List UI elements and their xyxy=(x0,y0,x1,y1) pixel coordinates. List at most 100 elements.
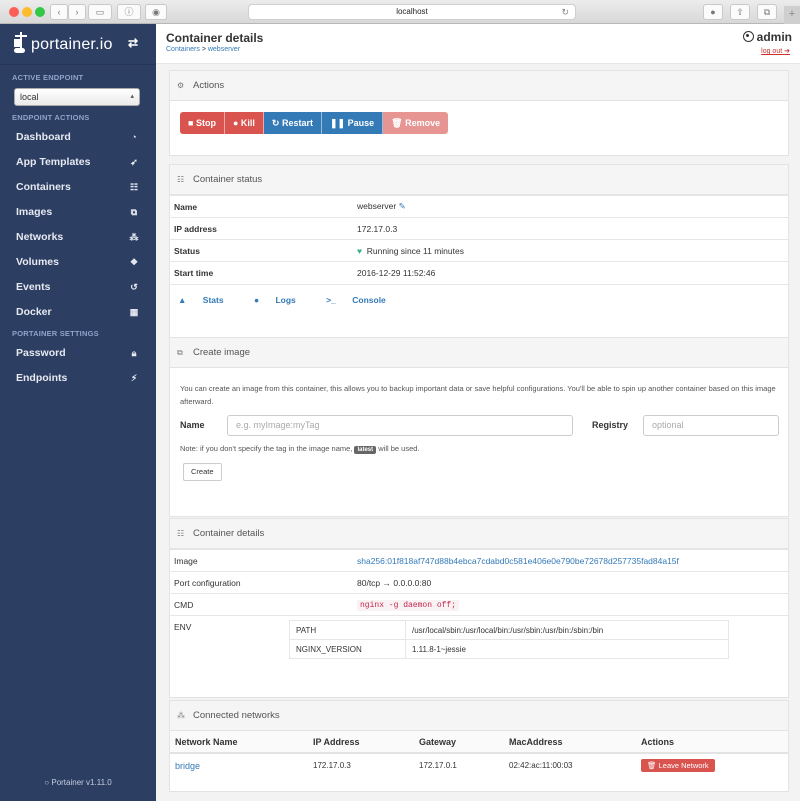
clone-icon: ⧉ xyxy=(130,207,138,217)
leave-network-button[interactable]: 🗑︎ Leave Network xyxy=(641,759,715,772)
tabs-icon: ⧉ xyxy=(763,7,771,17)
dashboard-icon: ◔ xyxy=(131,132,137,142)
sidebar-item-password[interactable]: Password 🔒︎ xyxy=(0,341,156,366)
create-image-form: Name e.g. myImage:myTag Registry optiona… xyxy=(170,408,788,442)
bomb-icon: ● xyxy=(232,118,239,128)
sidebar-item-volumes[interactable]: Volumes ❖ xyxy=(0,250,156,275)
image-name-input[interactable]: e.g. myImage:myTag xyxy=(227,415,573,436)
download-button[interactable]: ● xyxy=(703,4,723,20)
column-header[interactable]: Gateway xyxy=(414,731,504,754)
actions-panel: ⚙ Actions ■ Stop ● Kill ↻ Restart ❚❚ Paus… xyxy=(169,70,789,156)
sidebar-item-app-templates[interactable]: App Templates ➶ xyxy=(0,150,156,175)
reload-icon[interactable]: ↻ xyxy=(561,5,569,19)
extension-button[interactable]: ◉ xyxy=(145,4,167,20)
endpoint-actions-title: ENDPOINT ACTIONS xyxy=(12,113,90,122)
reader-button[interactable]: ⓘ xyxy=(117,4,141,20)
close-window-button[interactable] xyxy=(9,7,19,17)
heartbeat-icon: ♥ xyxy=(357,245,363,256)
trash-icon: 🗑︎ xyxy=(647,761,657,770)
user-menu: admin xyxy=(742,30,792,44)
env-value: PATH /usr/local/sbin:/usr/local/bin:/usr… xyxy=(289,615,788,663)
area-chart-icon: ▲ xyxy=(178,294,187,305)
console-link[interactable]: >_ Console xyxy=(326,295,400,305)
edit-icon[interactable]: ✎ xyxy=(399,201,406,211)
share-icon: ⇧ xyxy=(736,7,744,17)
maximize-window-button[interactable] xyxy=(35,7,45,17)
breadcrumb: Containers > webserver xyxy=(166,46,240,53)
column-header[interactable]: IP Address xyxy=(308,731,414,754)
network-name-link[interactable]: bridge xyxy=(170,753,308,777)
details-table: Image sha256:01f818af747d88b4ebca7cdabd0… xyxy=(170,549,788,663)
stop-button[interactable]: ■ Stop xyxy=(180,112,225,134)
connected-networks-header: ⁂ Connected networks xyxy=(170,701,788,731)
portainer-settings-title: PORTAINER SETTINGS xyxy=(12,329,99,338)
endpoint-select[interactable]: local ▴ xyxy=(14,88,140,106)
user-circle-icon xyxy=(742,31,754,42)
list-icon: ☷ xyxy=(129,182,139,192)
back-button[interactable]: ‹ xyxy=(50,4,68,20)
stats-link[interactable]: ▲ Stats xyxy=(178,295,238,305)
back-icon: ‹ xyxy=(57,7,61,17)
sidebar-item-label: Containers xyxy=(16,181,71,193)
column-header: Actions xyxy=(636,731,788,754)
sidebar-item-label: Endpoints xyxy=(16,372,68,384)
page-header: Container details Containers > webserver… xyxy=(156,24,800,64)
portainer-logo[interactable]: portainer.io xyxy=(14,32,113,54)
column-header[interactable]: Network Name xyxy=(170,731,308,754)
refresh-icon: ↻ xyxy=(271,118,280,128)
remove-button[interactable]: 🗑︎ Remove xyxy=(383,112,449,134)
sidebar-item-label: App Templates xyxy=(16,156,91,168)
create-button[interactable]: Create xyxy=(183,463,222,481)
sidebar-item-images[interactable]: Images ⧉ xyxy=(0,200,156,225)
container-status-panel: ☷ Container status Name webserver ✎ IP ad… xyxy=(169,164,789,341)
sidebar-item-events[interactable]: Events ↺ xyxy=(0,275,156,300)
ip-address-value: 172.17.0.3 xyxy=(353,217,788,240)
pause-button[interactable]: ❚❚ Pause xyxy=(322,112,384,134)
env-row: NGINX_VERSION 1.11.8-1~jessie xyxy=(289,639,729,659)
actions-header: ⚙ Actions xyxy=(170,71,788,101)
image-id-link[interactable]: sha256:01f818af747d88b4ebca7cdabd0c581e4… xyxy=(353,549,788,572)
browser-toolbar: ‹ › ▭ ⓘ ◉ localhost ↻ ● ⇧ ⧉ + xyxy=(0,0,800,24)
registry-label: Registry xyxy=(592,420,629,430)
tabs-button[interactable]: ⧉ xyxy=(757,4,777,20)
container-links: ▲ Stats ● Logs >_ Console xyxy=(170,283,788,305)
sidebar-item-containers[interactable]: Containers ☷ xyxy=(0,175,156,200)
column-header[interactable]: MacAddress xyxy=(504,731,636,754)
kill-button[interactable]: ● Kill xyxy=(224,112,264,134)
restart-button[interactable]: ↻ Restart xyxy=(263,112,322,134)
address-bar[interactable]: localhost ↻ xyxy=(248,4,576,20)
cmd-value: nginx -g daemon off; xyxy=(353,593,788,616)
sidebar-icon: ▭ xyxy=(95,7,105,17)
logout-link[interactable]: log out ➔ xyxy=(761,47,790,55)
share-button[interactable]: ⇧ xyxy=(730,4,750,20)
sidebar-item-docker[interactable]: Docker ▦ xyxy=(0,300,156,325)
trash-icon: 🗑︎ xyxy=(391,118,403,128)
container-details-panel: ☷ Container details Image sha256:01f818af… xyxy=(169,518,789,698)
port-configuration-value: 80/tcp → 0.0.0.0:80 xyxy=(353,571,788,594)
forward-button[interactable]: › xyxy=(68,4,86,20)
breadcrumb-containers-link[interactable]: Containers xyxy=(166,46,200,53)
env-table: PATH /usr/local/sbin:/usr/local/bin:/usr… xyxy=(289,620,729,659)
rocket-icon: ➶ xyxy=(130,157,138,167)
breadcrumb-current[interactable]: webserver xyxy=(208,46,240,53)
github-icon: ○ xyxy=(44,778,50,787)
crane-icon xyxy=(14,32,29,54)
logs-link[interactable]: ● Logs xyxy=(254,295,310,305)
table-row: IP address 172.17.0.3 xyxy=(170,217,788,240)
username: admin xyxy=(756,30,792,44)
minimize-window-button[interactable] xyxy=(22,7,32,17)
sidebar-item-label: Password xyxy=(16,347,66,359)
endpoint-select-value: local xyxy=(20,92,39,102)
new-tab-icon[interactable]: + xyxy=(784,6,800,24)
main-content: Container details Containers > webserver… xyxy=(156,24,800,801)
exchange-icon[interactable]: ⇄ xyxy=(128,36,138,50)
start-time-value: 2016-12-29 11:52:46 xyxy=(353,261,788,284)
sidebar-item-endpoints[interactable]: Endpoints ⚡︎ xyxy=(0,366,156,391)
terminal-icon: >_ xyxy=(326,294,336,305)
sidebar-toggle-button[interactable]: ▭ xyxy=(88,4,112,20)
registry-input[interactable]: optional xyxy=(643,415,779,436)
sidebar-brand: portainer.io ⇄ xyxy=(0,24,156,64)
sidebar-item-networks[interactable]: Networks ⁂ xyxy=(0,225,156,250)
sitemap-icon: ⁂ xyxy=(129,232,139,242)
sidebar-item-dashboard[interactable]: Dashboard ◔ xyxy=(0,125,156,150)
